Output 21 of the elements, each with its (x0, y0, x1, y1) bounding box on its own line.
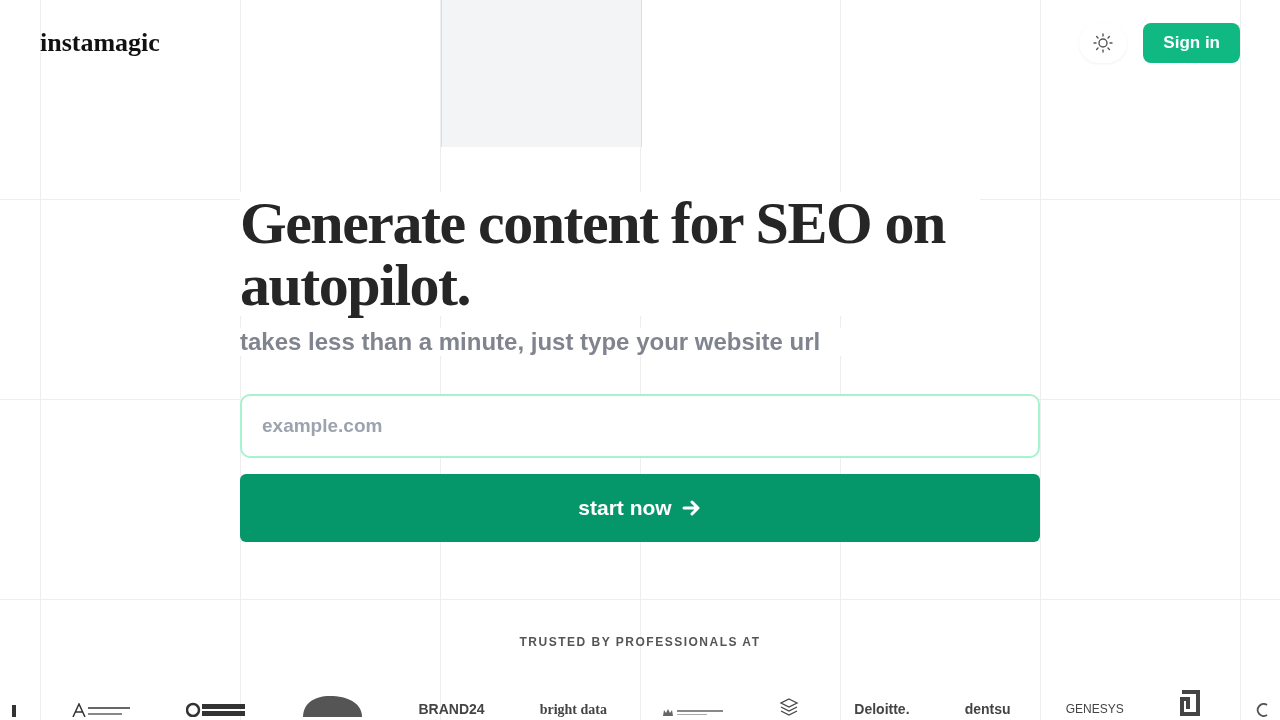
sign-in-button[interactable]: Sign in (1143, 23, 1240, 63)
company-logo: dentsu (964, 702, 1011, 717)
layers-icon (779, 697, 800, 717)
company-logo: bright data (539, 702, 607, 717)
logo-icon (662, 707, 725, 717)
brand-logo[interactable]: instamagic (40, 28, 160, 58)
logo-icon (1255, 703, 1268, 717)
logo-icon (12, 705, 16, 717)
company-logo: Deloitte. (854, 702, 910, 717)
logo-icon (301, 695, 364, 717)
logo-icon (1178, 689, 1201, 717)
logo-icon (186, 701, 247, 717)
hero-title: Generate content for SEO on autopilot. (240, 192, 980, 316)
arrow-right-icon (681, 499, 702, 517)
start-now-button[interactable]: start now (240, 474, 1040, 542)
url-input-field[interactable]: example.com (240, 394, 1040, 458)
company-logo: BRAND24 (418, 702, 485, 717)
company-logo: GENESYS (1065, 702, 1124, 717)
trusted-by-label: TRUSTED BY PROFESSIONALS AT (519, 635, 761, 649)
sun-icon (1093, 33, 1114, 53)
logo-icon (71, 703, 132, 717)
